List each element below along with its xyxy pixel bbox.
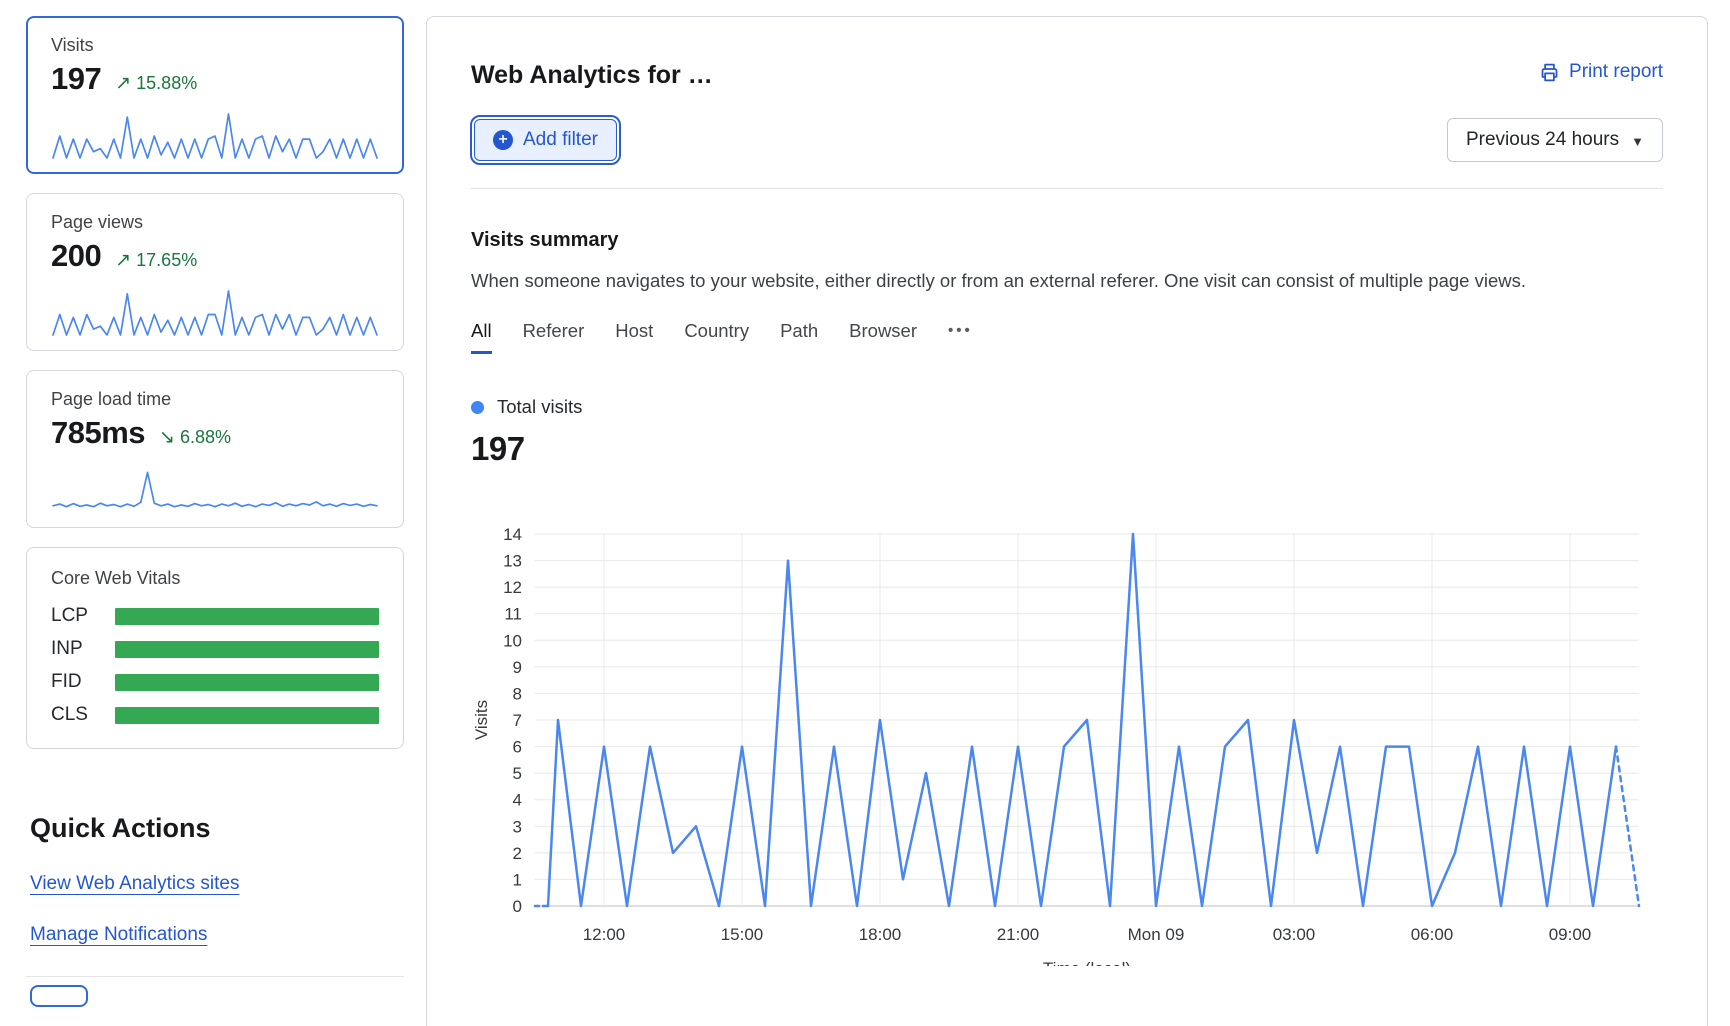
svg-text:21:00: 21:00 xyxy=(997,925,1040,944)
plus-icon: + xyxy=(493,130,513,150)
svg-text:15:00: 15:00 xyxy=(721,925,764,944)
svg-text:4: 4 xyxy=(513,791,522,810)
metric-value: 197 xyxy=(51,61,101,97)
time-range-label: Previous 24 hours xyxy=(1466,129,1619,151)
svg-text:14: 14 xyxy=(503,525,522,544)
metric-label: Page load time xyxy=(51,389,379,410)
core-web-vitals-rows: LCP INP FID CLS xyxy=(51,605,379,726)
tab-all[interactable]: All xyxy=(471,320,492,354)
dimension-tabs: All Referer Host Country Path Browser ••… xyxy=(471,320,1663,354)
quick-actions-title: Quick Actions xyxy=(30,813,404,844)
svg-text:03:00: 03:00 xyxy=(1273,925,1316,944)
cwv-good-bar xyxy=(115,674,379,691)
section-title: Visits summary xyxy=(471,229,1663,252)
metric-delta: ↗17.65% xyxy=(115,249,197,272)
svg-text:18:00: 18:00 xyxy=(859,925,902,944)
cwv-row-inp: INP xyxy=(51,638,379,660)
svg-text:Mon 09: Mon 09 xyxy=(1128,925,1185,944)
core-web-vitals-title: Core Web Vitals xyxy=(51,568,379,589)
cwv-good-bar xyxy=(115,608,379,625)
cwv-good-bar xyxy=(115,707,379,724)
view-web-analytics-sites-link[interactable]: View Web Analytics sites xyxy=(30,873,239,895)
svg-text:5: 5 xyxy=(513,764,522,783)
svg-text:0: 0 xyxy=(513,897,522,916)
page-load-sparkline xyxy=(51,463,379,515)
cwv-metric-name: INP xyxy=(51,638,97,660)
add-filter-label: Add filter xyxy=(523,129,598,151)
add-filter-button[interactable]: + Add filter xyxy=(474,119,617,161)
tab-host[interactable]: Host xyxy=(615,320,653,354)
svg-text:3: 3 xyxy=(513,817,522,836)
cwv-metric-name: CLS xyxy=(51,704,97,726)
svg-text:13: 13 xyxy=(503,552,522,571)
chart-legend: Total visits xyxy=(471,396,1663,418)
partially-visible-element[interactable] xyxy=(30,985,88,1007)
svg-text:09:00: 09:00 xyxy=(1549,925,1592,944)
divider xyxy=(26,976,404,977)
visits-summary-section: Visits summary When someone navigates to… xyxy=(427,189,1707,966)
svg-text:Visits: Visits xyxy=(472,700,491,740)
tab-path[interactable]: Path xyxy=(780,320,818,354)
caret-down-icon: ▼ xyxy=(1631,132,1644,149)
printer-icon xyxy=(1539,62,1560,83)
svg-text:8: 8 xyxy=(513,684,522,703)
cwv-metric-name: FID xyxy=(51,671,97,693)
metric-card-visits[interactable]: Visits 197 ↗15.88% xyxy=(26,16,404,174)
legend-label: Total visits xyxy=(497,396,582,418)
metric-label: Visits xyxy=(51,35,379,56)
svg-text:11: 11 xyxy=(504,605,522,624)
svg-text:06:00: 06:00 xyxy=(1411,925,1454,944)
panel-header: Web Analytics for … Print report + Add f… xyxy=(427,17,1707,189)
tab-browser[interactable]: Browser xyxy=(849,320,917,354)
print-report-label: Print report xyxy=(1569,61,1663,83)
cwv-row-lcp: LCP xyxy=(51,605,379,627)
legend-dot-icon xyxy=(471,401,484,414)
svg-text:7: 7 xyxy=(513,711,522,730)
metric-label: Page views xyxy=(51,212,379,233)
svg-text:12:00: 12:00 xyxy=(583,925,626,944)
cwv-good-bar xyxy=(115,641,379,658)
core-web-vitals-card[interactable]: Core Web Vitals LCP INP FID CLS xyxy=(26,547,404,749)
svg-text:Time (local): Time (local) xyxy=(1043,959,1131,966)
delta-percent: 15.88% xyxy=(136,73,197,93)
metric-delta: ↗15.88% xyxy=(115,72,197,95)
svg-text:10: 10 xyxy=(503,631,522,650)
metric-card-page-load-time[interactable]: Page load time 785ms ↘6.88% xyxy=(26,370,404,528)
visits-line-chart: 0123456789101112131412:0015:0018:0021:00… xyxy=(471,508,1661,966)
analytics-panel: Web Analytics for … Print report + Add f… xyxy=(426,16,1708,1026)
time-range-dropdown[interactable]: Previous 24 hours ▼ xyxy=(1447,118,1663,162)
cwv-row-cls: CLS xyxy=(51,704,379,726)
svg-text:9: 9 xyxy=(513,658,522,677)
trend-up-icon: ↗ xyxy=(115,73,131,94)
visits-sparkline xyxy=(51,109,379,161)
metrics-sidebar: Visits 197 ↗15.88% Page views 200 ↗17.65… xyxy=(26,16,404,1007)
page-title: Web Analytics for … xyxy=(471,61,713,90)
svg-text:1: 1 xyxy=(513,870,522,889)
svg-text:12: 12 xyxy=(503,578,522,597)
more-tabs-button[interactable]: ••• xyxy=(948,322,973,354)
trend-up-icon: ↗ xyxy=(115,250,131,271)
delta-percent: 17.65% xyxy=(136,250,197,270)
delta-percent: 6.88% xyxy=(180,427,231,447)
metric-value: 785ms xyxy=(51,415,145,451)
svg-text:6: 6 xyxy=(513,738,522,757)
manage-notifications-link[interactable]: Manage Notifications xyxy=(30,924,207,946)
total-visits-value: 197 xyxy=(471,430,1663,468)
section-description: When someone navigates to your website, … xyxy=(471,270,1663,292)
page-views-sparkline xyxy=(51,286,379,338)
svg-text:2: 2 xyxy=(513,844,522,863)
tab-country[interactable]: Country xyxy=(684,320,749,354)
tab-referer[interactable]: Referer xyxy=(523,320,585,354)
metric-delta: ↘6.88% xyxy=(159,426,231,449)
cwv-row-fid: FID xyxy=(51,671,379,693)
print-report-link[interactable]: Print report xyxy=(1539,61,1663,83)
cwv-metric-name: LCP xyxy=(51,605,97,627)
metric-card-page-views[interactable]: Page views 200 ↗17.65% xyxy=(26,193,404,351)
metric-value: 200 xyxy=(51,238,101,274)
trend-down-icon: ↘ xyxy=(159,427,175,448)
